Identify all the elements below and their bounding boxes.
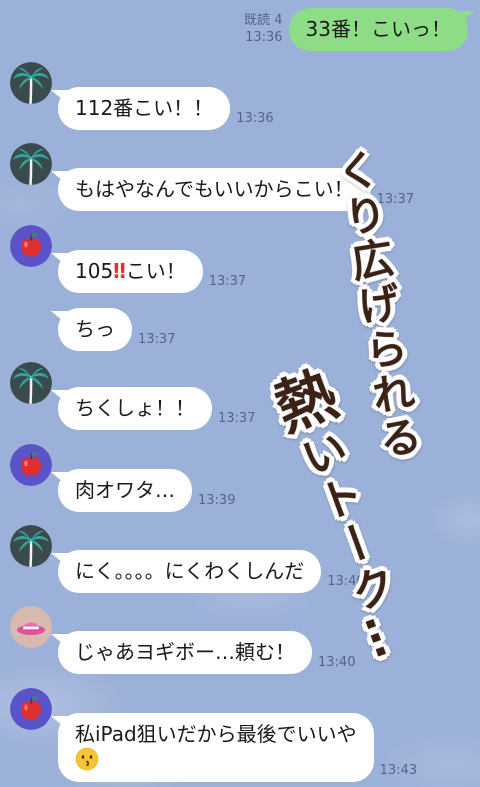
message-text: 33番！こいっ！	[305, 17, 451, 41]
message-time: 13:40	[327, 574, 365, 589]
message-meta: 既読 4 13:36	[244, 12, 282, 46]
message-time: 13:39	[198, 493, 236, 508]
received-message: ちっ 13:37	[0, 283, 480, 353]
received-message: 112番こい！！ 13:36	[0, 62, 480, 132]
message-line: 肉オワタ… 13:39	[58, 469, 235, 512]
red-apple-avatar-icon[interactable]	[10, 225, 52, 267]
palm-tree-avatar-icon[interactable]	[10, 525, 52, 567]
message-line: ちくしょ！！ 13:37	[58, 387, 255, 430]
received-message: ちくしょ！！ 13:37	[0, 362, 480, 432]
message-bubble[interactable]: 33番！こいっ！	[288, 8, 468, 51]
message-bubble[interactable]: にく。。。。にくわくしんだ	[58, 550, 322, 593]
message-bubble[interactable]: 私iPad狙いだから最後でいいや	[58, 713, 374, 782]
message-line: 112番こい！！ 13:36	[58, 87, 274, 130]
message-line: 私iPad狙いだから最後でいいや 13:43	[58, 713, 417, 782]
received-message: じゃあヨギボー…頼む！ 13:40	[0, 606, 480, 676]
message-text: 肉オワタ…	[75, 478, 175, 502]
kissing-face-emoji-icon	[75, 747, 99, 771]
message-text: ちくしょ！！	[75, 396, 195, 420]
message-text-part: こい！	[125, 259, 186, 283]
message-line: じゃあヨギボー…頼む！ 13:40	[58, 631, 355, 674]
message-bubble[interactable]: ちくしょ！！	[58, 387, 212, 430]
read-receipt: 既読 4	[244, 13, 283, 28]
pink-hat-avatar-icon[interactable]	[10, 606, 52, 648]
message-text: 112番こい！！	[75, 96, 214, 120]
message-text: もはやなんでもいいからこい！	[75, 177, 354, 201]
message-bubble[interactable]: もはやなんでもいいからこい！	[58, 168, 371, 211]
red-apple-avatar-icon[interactable]	[10, 688, 52, 730]
received-message: 肉オワタ… 13:39	[0, 444, 480, 514]
message-bubble[interactable]: 112番こい！！	[58, 87, 231, 130]
received-message: もはやなんでもいいからこい！ 13:37	[0, 143, 480, 213]
message-text: にく。。。。にくわくしんだ	[75, 559, 305, 583]
palm-tree-avatar-icon[interactable]	[10, 62, 52, 104]
message-time: 13:37	[138, 332, 176, 347]
received-message: にく。。。。にくわくしんだ 13:40	[0, 525, 480, 595]
chat-screen[interactable]: 既読 4 13:36 33番！こいっ！ 112番こい！！ 13:36 もはやなん…	[0, 0, 480, 787]
message-line: にく。。。。にくわくしんだ 13:40	[58, 550, 365, 593]
message-text-part: 105	[75, 259, 114, 283]
message-text: じゃあヨギボー…頼む！	[75, 640, 295, 664]
palm-tree-avatar-icon[interactable]	[10, 362, 52, 404]
message-time: 13:36	[245, 30, 283, 45]
message-text: 105‼こい！	[75, 259, 186, 283]
message-line: もはやなんでもいいからこい！ 13:37	[58, 168, 414, 211]
message-text: ちっ	[75, 317, 115, 341]
message-time: 13:43	[379, 763, 418, 778]
received-message: 私iPad狙いだから最後でいいや 13:43	[0, 688, 480, 782]
message-time: 13:40	[318, 655, 356, 670]
message-time: 13:37	[376, 192, 415, 207]
message-bubble[interactable]: ちっ	[58, 308, 132, 351]
message-time: 13:36	[236, 111, 274, 126]
emoji-line	[75, 747, 357, 773]
message-bubble[interactable]: 肉オワタ…	[58, 469, 192, 512]
message-text: 私iPad狙いだから最後でいいや	[75, 722, 357, 746]
message-bubble[interactable]: じゃあヨギボー…頼む！	[58, 631, 312, 674]
message-time: 13:37	[218, 411, 256, 426]
palm-tree-avatar-icon[interactable]	[10, 143, 52, 185]
double-exclamation-emoji: ‼	[113, 259, 126, 283]
sent-message: 既読 4 13:36 33番！こいっ！	[244, 8, 468, 51]
red-apple-avatar-icon[interactable]	[10, 444, 52, 486]
message-line: ちっ 13:37	[58, 308, 175, 351]
